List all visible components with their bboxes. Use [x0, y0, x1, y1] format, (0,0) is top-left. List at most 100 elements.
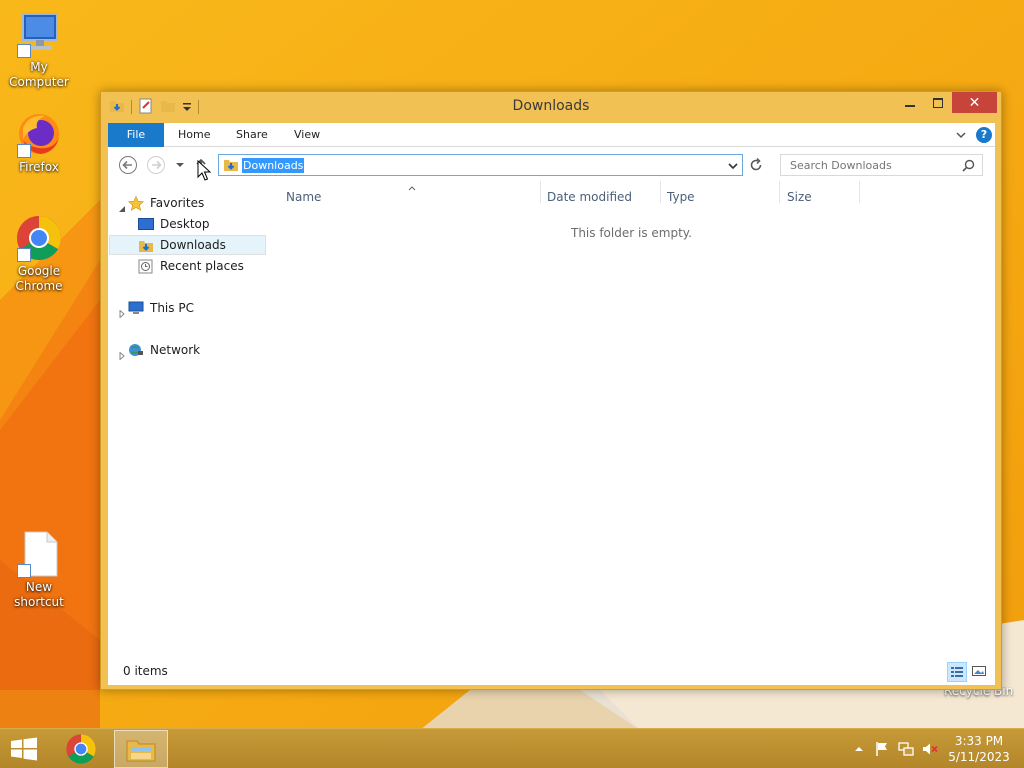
minimize-button[interactable]: [897, 92, 923, 113]
collapsed-triangle-icon[interactable]: [118, 346, 126, 361]
computer-icon: [128, 301, 144, 322]
clock-date: 5/11/2023: [948, 750, 1010, 764]
mouse-cursor-icon: [197, 159, 212, 185]
column-header-name[interactable]: Name: [286, 189, 321, 205]
large-icons-view-icon: [972, 666, 986, 676]
navigation-pane: Favorites Desktop Downloads Recent place…: [108, 181, 268, 659]
explorer-window: Downloads ✕ File Home Share View ? Downl…: [100, 91, 1002, 690]
expanded-triangle-icon[interactable]: [118, 199, 126, 212]
desktop-icon-google-chrome[interactable]: Google Chrome: [0, 214, 78, 294]
column-divider[interactable]: [540, 181, 541, 203]
shortcut-arrow-icon: [17, 248, 31, 262]
recent-locations-button[interactable]: [174, 155, 186, 175]
desktop-icon-label: My Computer: [9, 60, 69, 89]
blank-file-icon: [15, 530, 63, 578]
windows-logo-icon: [11, 737, 37, 761]
nav-this-pc[interactable]: This PC: [108, 298, 268, 319]
nav-item-downloads[interactable]: Downloads: [109, 235, 266, 255]
desktop-icon-new-shortcut[interactable]: New shortcut: [0, 530, 78, 610]
desktop-icon-label: Google Chrome: [15, 264, 63, 293]
content-area: Favorites Desktop Downloads Recent place…: [108, 181, 995, 659]
tab-view[interactable]: View: [294, 123, 320, 147]
desktop-icon-my-computer[interactable]: My Computer: [0, 10, 78, 90]
status-bar: 0 items: [108, 659, 995, 685]
clock-time: 3:33 PM: [954, 734, 1004, 748]
chrome-icon: [66, 734, 96, 764]
nav-item-desktop[interactable]: Desktop: [108, 214, 268, 234]
address-dropdown-icon[interactable]: [728, 160, 738, 174]
address-bar[interactable]: Downloads: [218, 154, 743, 176]
close-button[interactable]: ✕: [952, 92, 997, 113]
show-hidden-icons-chevron-icon[interactable]: [851, 741, 867, 757]
minimize-icon: [905, 104, 915, 107]
shortcut-arrow-icon: [17, 44, 31, 58]
nav-item-recent-places[interactable]: Recent places: [108, 256, 268, 276]
refresh-icon: [750, 157, 762, 171]
chrome-icon: [15, 214, 63, 262]
item-count: 0 items: [123, 664, 168, 678]
ribbon-tabs: File Home Share View ?: [108, 123, 995, 147]
nav-network[interactable]: Network: [108, 340, 268, 361]
system-clock[interactable]: 3:33 PM 5/11/2023: [948, 733, 1010, 765]
nav-item-label: Desktop: [160, 217, 210, 231]
forward-button[interactable]: [146, 155, 166, 175]
chevron-down-icon: [176, 163, 184, 167]
shortcut-arrow-icon: [17, 564, 31, 578]
file-explorer-icon: [126, 740, 156, 762]
maximize-icon: [933, 97, 943, 108]
refresh-button[interactable]: [748, 157, 764, 173]
desktop-icon-firefox[interactable]: Firefox: [0, 110, 78, 175]
nav-item-label: This PC: [150, 301, 194, 315]
tab-share[interactable]: Share: [236, 123, 268, 147]
downloads-folder-icon: [223, 158, 239, 175]
window-title: Downloads: [512, 98, 590, 114]
empty-folder-message: This folder is empty.: [571, 226, 692, 240]
large-icons-view-button[interactable]: [970, 662, 990, 682]
close-icon: ✕: [968, 94, 981, 111]
search-input[interactable]: [780, 154, 983, 176]
network-status-icon[interactable]: [898, 741, 914, 757]
nav-item-label: Downloads: [160, 238, 226, 252]
column-divider[interactable]: [779, 181, 780, 203]
column-header-size[interactable]: Size: [787, 189, 812, 205]
nav-item-label: Favorites: [150, 196, 205, 210]
back-arrow-icon: [119, 156, 137, 174]
back-button[interactable]: [118, 155, 138, 175]
network-icon: [128, 343, 144, 364]
recent-places-icon: [138, 259, 154, 280]
nav-favorites[interactable]: Favorites: [108, 193, 268, 213]
taskbar-chrome-button[interactable]: [54, 730, 108, 768]
details-view-icon: [951, 667, 963, 677]
column-divider[interactable]: [859, 181, 860, 203]
help-icon[interactable]: ?: [976, 127, 992, 143]
taskbar-file-explorer-button[interactable]: [114, 730, 168, 768]
tab-home[interactable]: Home: [178, 123, 210, 147]
navigation-bar: Downloads: [108, 147, 995, 181]
forward-arrow-icon: [147, 156, 165, 174]
volume-muted-icon[interactable]: [922, 741, 938, 757]
column-header-type[interactable]: Type: [667, 189, 695, 205]
tab-file[interactable]: File: [108, 123, 164, 147]
taskbar: 3:33 PM 5/11/2023: [0, 728, 1024, 768]
nav-item-label: Recent places: [160, 259, 244, 273]
nav-item-label: Network: [150, 343, 201, 357]
collapsed-triangle-icon[interactable]: [118, 304, 126, 319]
firefox-icon: [15, 110, 63, 158]
desktop-icon-label: Firefox: [19, 160, 59, 174]
start-button[interactable]: [10, 737, 38, 761]
shortcut-arrow-icon: [17, 144, 31, 158]
maximize-button[interactable]: [925, 92, 951, 113]
column-divider[interactable]: [660, 181, 661, 203]
file-list: Name Date modified Type Size This folder…: [268, 181, 995, 659]
action-center-flag-icon[interactable]: [874, 741, 890, 757]
expand-ribbon-chevron-icon[interactable]: [954, 128, 968, 142]
title-bar[interactable]: Downloads ✕: [101, 92, 1001, 122]
column-header-date-modified[interactable]: Date modified: [547, 189, 632, 205]
details-view-button[interactable]: [947, 662, 967, 682]
search-icon[interactable]: [962, 159, 975, 175]
desktop-icon: [138, 217, 154, 237]
sort-ascending-icon: [407, 181, 417, 195]
address-value[interactable]: Downloads: [242, 158, 305, 173]
desktop-icon-label: New shortcut: [14, 580, 64, 609]
computer-icon: [15, 10, 63, 58]
